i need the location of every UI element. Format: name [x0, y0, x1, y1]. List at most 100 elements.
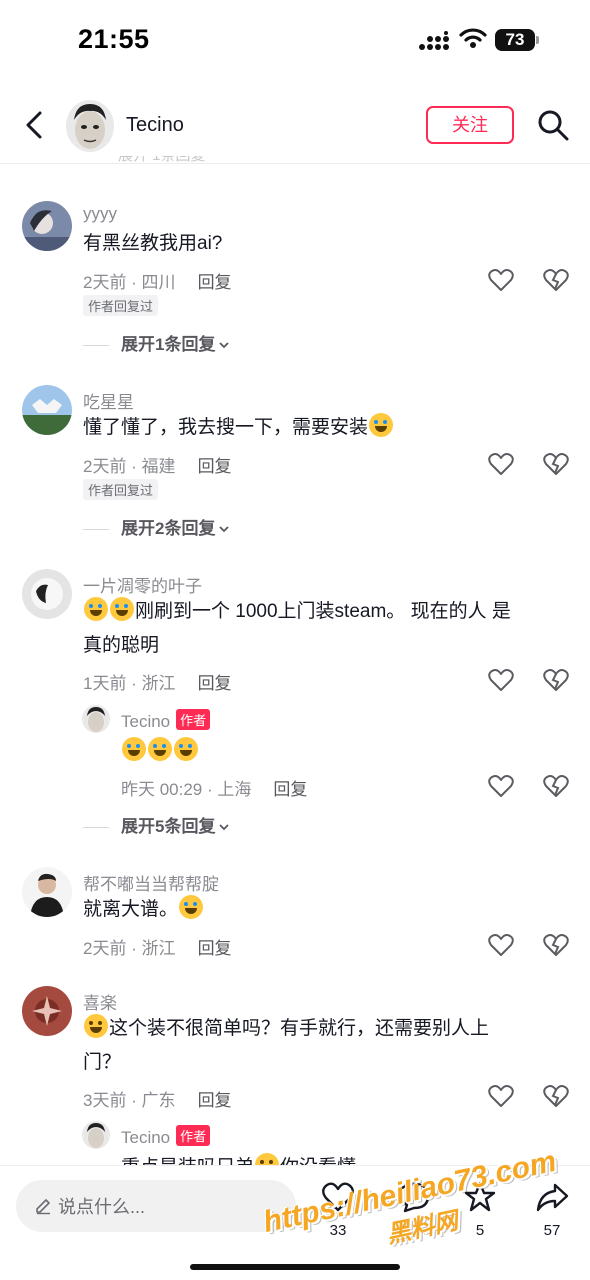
comment-meta: 3天前 · 广东 回复	[83, 1086, 232, 1111]
dislike-broken-heart-icon[interactable]	[543, 268, 569, 292]
creator-tag: 作者	[176, 1125, 211, 1146]
reply-text-start: 重点是装吗兄弟	[121, 1157, 254, 1165]
comment-time-location: 2天前 · 四川	[83, 273, 176, 292]
comment-time-location: 2天前 · 浙江	[83, 939, 176, 958]
reply-button[interactable]: 回复	[198, 457, 232, 476]
reply-text	[121, 735, 199, 769]
reply-button[interactable]: 回复	[198, 674, 232, 693]
header-avatar[interactable]	[66, 100, 114, 152]
comment-text: 懂了懂了，我去搜一下，需要安装	[83, 411, 563, 445]
commenter-avatar[interactable]	[22, 867, 72, 917]
status-time: 21:55	[78, 24, 150, 54]
wifi-icon	[459, 28, 487, 48]
comment-text: 就离大谱。	[83, 893, 563, 927]
comment-text-line1: 这个装不很简单吗？有手就行，还需要别人上	[109, 1018, 490, 1039]
reply-author-name[interactable]: Tecino	[121, 1128, 170, 1147]
chevron-down-icon	[219, 342, 230, 349]
comment-time-location: 2天前 · 福建	[83, 457, 176, 476]
comment-author[interactable]: yyyy	[83, 204, 117, 224]
comment-author[interactable]: 喜楽	[83, 989, 117, 1014]
comment-time-location: 3天前 · 广东	[83, 1091, 176, 1110]
laughing-crying-emoji-icon	[174, 737, 198, 761]
reply-time-location: 昨天 00:29 · 上海	[121, 780, 252, 799]
expand-replies-button[interactable]: 展开5条回复	[83, 812, 230, 837]
comment-author[interactable]: 帮不嘟当当帮帮腚	[83, 870, 219, 895]
reply-author: Tecino 作者	[121, 1125, 211, 1148]
pencil-icon	[36, 1199, 50, 1215]
expand-replies-button[interactable]: 展开2条回复	[83, 514, 230, 539]
comment-input-placeholder: 说点什么...	[58, 1197, 146, 1217]
commenter-avatar[interactable]	[22, 385, 72, 435]
comment-text: 有黑丝教我用ai?	[83, 233, 223, 254]
comment-meta: 1天前 · 浙江 回复	[83, 669, 232, 694]
chevron-down-icon	[219, 526, 230, 533]
comment-input[interactable]: 说点什么...	[16, 1180, 296, 1232]
search-icon[interactable]	[536, 108, 570, 142]
divider-line	[83, 529, 109, 531]
comment-author[interactable]: 吃星星	[83, 388, 134, 413]
divider-line	[83, 827, 109, 829]
share-count: 57	[543, 1222, 561, 1239]
reply-author-avatar[interactable]	[82, 705, 110, 733]
teary-face-emoji-icon	[369, 413, 394, 437]
emoji-icon	[255, 1153, 280, 1165]
dislike-broken-heart-icon[interactable]	[543, 452, 569, 476]
comment-meta: 2天前 · 四川 回复	[83, 268, 232, 293]
expand-replies-button[interactable]: 展开1条回复	[83, 330, 230, 355]
header-username[interactable]: Tecino	[126, 114, 184, 137]
status-bar: 21:55 73	[0, 0, 590, 80]
comment-text: 这个装不很简单吗？有手就行，还需要别人上 门？	[83, 1012, 563, 1080]
comment-text-body: 就离大谱。	[83, 899, 179, 920]
battery-icon: 73	[495, 29, 539, 51]
clipped-expand-text: 展开 1条回复	[118, 156, 206, 164]
like-heart-icon[interactable]	[488, 668, 514, 692]
creator-tag: 作者	[176, 709, 211, 730]
comment-text-line2: 真的聪明	[83, 635, 160, 656]
laughing-crying-emoji-icon	[148, 737, 172, 761]
follow-button[interactable]: 关注	[426, 106, 514, 144]
comment-meta: 2天前 · 福建 回复	[83, 452, 232, 477]
laughing-crying-emoji-icon	[179, 895, 204, 919]
like-heart-icon[interactable]	[488, 452, 514, 476]
laughing-crying-emoji-icon	[110, 597, 134, 621]
like-heart-icon[interactable]	[488, 1084, 514, 1108]
laughing-crying-emoji-icon	[84, 597, 108, 621]
comment-meta: 2天前 · 浙江 回复	[83, 934, 232, 959]
dislike-broken-heart-icon[interactable]	[543, 933, 569, 957]
reply-button[interactable]: 回复	[198, 939, 232, 958]
comment-text-body: 懂了懂了，我去搜一下，需要安装	[83, 417, 369, 438]
commenter-avatar[interactable]	[22, 201, 72, 251]
like-heart-icon[interactable]	[488, 774, 514, 798]
back-arrow-icon[interactable]	[18, 108, 52, 142]
reply-author: Tecino 作者	[121, 709, 211, 732]
divider-line	[83, 345, 109, 347]
laughing-crying-emoji-icon	[122, 737, 146, 761]
reply-button[interactable]: 回复	[198, 1091, 232, 1110]
reply-button[interactable]: 回复	[198, 273, 232, 292]
comment-author[interactable]: 一片凋零的叶子	[83, 572, 202, 597]
commenter-avatar[interactable]	[22, 986, 72, 1036]
like-heart-icon[interactable]	[488, 268, 514, 292]
reply-meta: 昨天 00:29 · 上海 回复	[121, 775, 307, 800]
reply-author-avatar[interactable]	[82, 1121, 110, 1149]
expand-replies-label: 展开5条回复	[121, 817, 216, 836]
signal-icon	[419, 31, 449, 50]
commenter-avatar[interactable]	[22, 569, 72, 619]
comment-text: 刚刷到一个 1000上门装steam。 现在的人 是 真的聪明	[83, 595, 563, 663]
reply-text-clipped: 重点是装吗兄弟你没看懂	[121, 1151, 356, 1165]
comment-text-line1: 刚刷到一个 1000上门装steam。 现在的人 是	[135, 601, 511, 622]
reply-button[interactable]: 回复	[273, 780, 307, 799]
author-replied-badge: 作者回复过	[83, 295, 159, 316]
comment-text-line2: 门？	[83, 1052, 122, 1073]
like-heart-icon[interactable]	[488, 933, 514, 957]
awkward-face-emoji-icon	[84, 1014, 108, 1038]
dislike-broken-heart-icon[interactable]	[543, 774, 569, 798]
expand-replies-label: 展开2条回复	[121, 519, 216, 538]
dislike-broken-heart-icon[interactable]	[543, 668, 569, 692]
chevron-down-icon	[219, 824, 230, 831]
author-replied-badge: 作者回复过	[83, 479, 159, 500]
dislike-broken-heart-icon[interactable]	[543, 1084, 569, 1108]
battery-level: 73	[505, 30, 525, 49]
reply-author-name[interactable]: Tecino	[121, 712, 170, 731]
expand-replies-label: 展开1条回复	[121, 335, 216, 354]
